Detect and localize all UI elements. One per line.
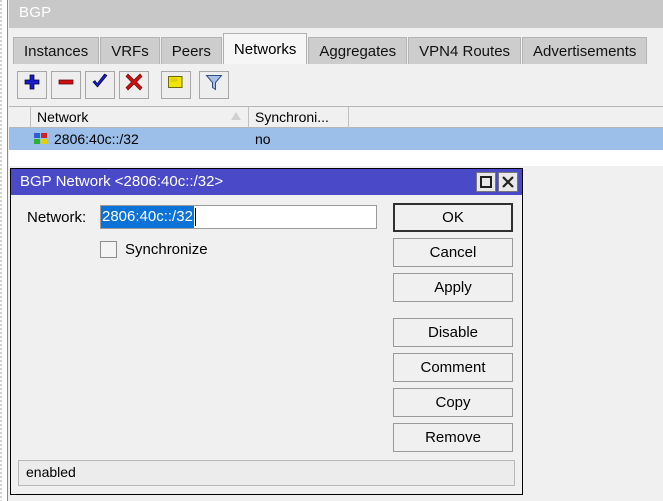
ok-button[interactable]: OK (393, 203, 513, 232)
tab-peers[interactable]: Peers (160, 37, 222, 64)
networks-list: Network Synchroni... 2806:40c::/32 no (9, 106, 663, 166)
cell-network: 2806:40c::/32 (54, 131, 139, 147)
close-button[interactable] (498, 172, 518, 192)
cell-synchronize: no (255, 131, 271, 147)
tab-list: Instances VRFs Peers Networks Aggregates VPN4… (13, 33, 648, 64)
network-input-value: 2806:40c::/32 (101, 206, 194, 228)
tab-advertisements[interactable]: Advertisements (522, 37, 648, 64)
minus-icon (52, 72, 80, 92)
filter-button[interactable] (199, 71, 229, 99)
remove-button[interactable]: Remove (393, 423, 513, 452)
dialog-status-text: enabled (26, 464, 76, 480)
button-group-gap (393, 308, 513, 318)
dialog-button-column: OK Cancel Apply Disable Comment Copy Remove (393, 203, 513, 458)
dialog-title-bar: BGP Network <2806:40c::/32> (11, 169, 522, 195)
header-col-blank (349, 107, 663, 128)
list-header: Network Synchroni... (9, 106, 663, 128)
header-col-synchronize-label: Synchroni... (255, 109, 329, 125)
sort-ascending-icon (231, 112, 241, 120)
header-col-network[interactable]: Network (31, 107, 249, 128)
window-title-bar: BGP (9, 0, 663, 28)
header-col-marker (9, 107, 31, 128)
bgp-window: BGP Instances VRFs Peers Networks Aggregates… (0, 0, 663, 501)
dialog-body: Network: 2806:40c::/32 Synchronize OKCan… (11, 195, 522, 494)
copy-button[interactable]: Copy (393, 388, 513, 417)
cancel-button[interactable]: Cancel (393, 238, 513, 267)
dialog-status-bar: enabled (18, 460, 515, 486)
plus-icon (18, 72, 46, 92)
maximize-icon (480, 176, 492, 188)
add-button[interactable] (17, 71, 47, 99)
remove-button[interactable] (51, 71, 81, 99)
bgp-network-dialog: BGP Network <2806:40c::/32> Network: 280… (10, 168, 523, 495)
tab-instances[interactable]: Instances (13, 37, 100, 64)
disable-button[interactable] (119, 71, 149, 99)
tab-vpn4-routes[interactable]: VPN4 Routes (408, 37, 522, 64)
dialog-title: BGP Network <2806:40c::/32> (20, 173, 224, 190)
tab-vrfs[interactable]: VRFs (100, 37, 160, 64)
synchronize-label: Synchronize (125, 241, 208, 258)
cross-icon (120, 72, 148, 92)
close-icon (502, 176, 514, 188)
network-entry-icon (34, 133, 47, 145)
comment-button[interactable] (161, 71, 191, 99)
check-icon (86, 72, 114, 92)
table-row[interactable]: 2806:40c::/32 no (9, 128, 663, 150)
network-input[interactable]: 2806:40c::/32 (100, 205, 377, 229)
synchronize-checkbox[interactable] (100, 241, 117, 258)
header-col-synchronize[interactable]: Synchroni... (249, 107, 349, 128)
header-col-network-label: Network (37, 109, 89, 125)
tab-aggregates[interactable]: Aggregates (308, 37, 408, 64)
enable-button[interactable] (85, 71, 115, 99)
tab-strip: Instances VRFs Peers Networks Aggregates VPN4… (9, 28, 663, 64)
disable-button[interactable]: Disable (393, 318, 513, 347)
tab-networks[interactable]: Networks (222, 33, 308, 64)
apply-button[interactable]: Apply (393, 273, 513, 302)
network-field-label: Network: (27, 209, 87, 226)
text-caret (195, 208, 196, 226)
note-icon (162, 72, 190, 92)
maximize-button[interactable] (476, 172, 496, 192)
window-left-rail (0, 0, 8, 501)
comment-button[interactable]: Comment (393, 353, 513, 382)
funnel-icon (200, 72, 228, 92)
window-title: BGP (19, 4, 52, 21)
toolbar (9, 64, 663, 106)
